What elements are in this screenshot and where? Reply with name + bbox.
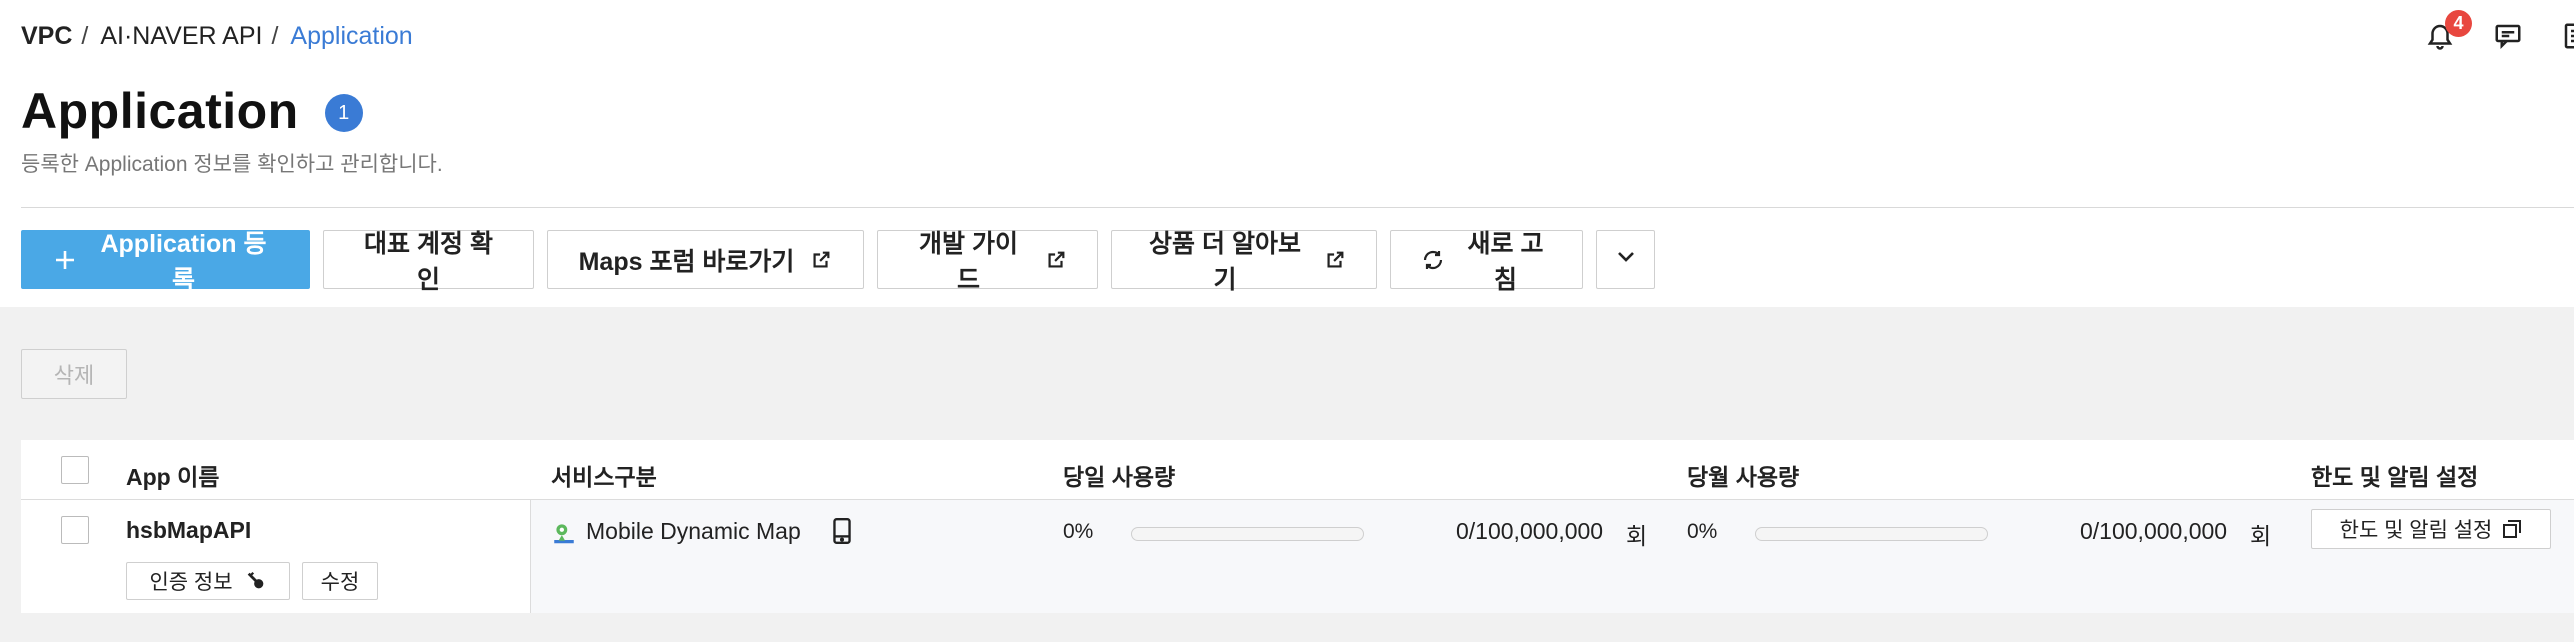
monthly-usage-progress-bar [1755,527,1988,541]
chat-button[interactable] [2488,18,2528,58]
limit-settings-label: 한도 및 알림 설정 [2339,519,2493,542]
app-name-cell: hsbMapAPI 인증 정보 수정 [21,500,531,613]
monthly-usage-unit: 회 [2250,523,2272,549]
auth-info-button[interactable]: 인증 정보 [126,562,290,600]
edit-button[interactable]: 수정 [302,562,378,600]
key-icon [245,570,267,592]
column-app-name[interactable]: App 이름 [126,458,219,492]
external-link-icon [810,249,832,271]
main-account-button[interactable]: 대표 계정 확인 [323,230,534,294]
mobile-device-icon [829,517,855,550]
daily-usage-value: 0/100,000,000 [1456,518,1604,544]
daily-usage-percent: 0% [1063,520,1094,543]
column-limit-settings[interactable]: 한도 및 알림 설정 [2311,458,2478,492]
main-account-label: 대표 계정 확인 [364,229,493,294]
learn-more-label: 상품 더 알아보기 [1149,229,1301,294]
monthly-usage-percent: 0% [1687,520,1718,543]
refresh-icon [1421,248,1445,272]
breadcrumb: VPC / AI·NAVER API / Application [21,22,413,51]
register-application-label: Application 등록 [100,229,267,294]
notification-button[interactable]: 4 [2420,10,2472,58]
column-daily-usage[interactable]: 당일 사용량 [1063,458,1175,492]
chat-icon [2493,21,2523,56]
service-name: Mobile Dynamic Map [586,518,801,544]
breadcrumb-current: Application [290,22,413,50]
breadcrumb-separator: / [271,22,279,50]
breadcrumb-item-ai-naver-api[interactable]: AI·NAVER API [100,22,262,51]
delete-button[interactable]: 삭제 [21,349,127,399]
auth-info-label: 인증 정보 [149,571,233,594]
page-header: Application 1 [21,82,363,140]
service-map-icon [551,520,577,551]
breadcrumb-separator: / [81,22,89,50]
plus-icon [54,249,76,271]
external-link-icon [1045,249,1067,271]
table-header: App 이름 서비스구분 당일 사용량 당월 사용량 한도 및 알림 설정 [21,440,2574,500]
row-checkbox[interactable] [61,516,89,544]
daily-usage-progress-bar [1131,527,1364,541]
refresh-label: 새로 고침 [1467,229,1544,294]
application-count-badge: 1 [324,94,363,132]
table-row: hsbMapAPI 인증 정보 수정 Mobile Dynamic Map 0% [21,500,2574,613]
monthly-usage-value: 0/100,000,000 [2080,518,2228,544]
column-monthly-usage[interactable]: 당월 사용량 [1687,458,1799,492]
header-icons: 4 [2392,10,2574,58]
notification-count-badge: 4 [2445,10,2472,37]
application-table: App 이름 서비스구분 당일 사용량 당월 사용량 한도 및 알림 설정 hs… [21,440,2574,613]
external-link-icon [1324,249,1346,271]
chevron-down-icon [1614,244,1638,275]
daily-usage-unit: 회 [1626,523,1648,549]
dev-guide-label: 개발 가이드 [919,229,1018,294]
select-all-checkbox[interactable] [61,456,89,484]
learn-more-button[interactable]: 상품 더 알아보기 [1111,230,1377,294]
more-options-button[interactable] [1596,230,1655,289]
page-description: 등록한 Application 정보를 확인하고 관리합니다. [21,153,443,176]
maps-forum-button[interactable]: Maps 포럼 바로가기 [547,230,864,289]
content-area: 삭제 App 이름 서비스구분 당일 사용량 당월 사용량 한도 및 알림 설정… [0,307,2574,642]
document-icon [2561,21,2574,56]
register-application-button[interactable]: Application 등록 [21,230,310,294]
breadcrumb-item-vpc[interactable]: VPC [21,22,72,51]
refresh-button[interactable]: 새로 고침 [1390,230,1583,294]
header-divider [21,207,2574,208]
dev-guide-button[interactable]: 개발 가이드 [877,230,1098,294]
app-name: hsbMapAPI [126,517,252,543]
toolbar: Application 등록 대표 계정 확인 Maps 포럼 바로가기 개발 … [21,230,1668,294]
column-service-type[interactable]: 서비스구분 [551,458,657,492]
page-title: Application [21,83,299,139]
popup-window-icon [2502,519,2522,539]
maps-forum-label: Maps 포럼 바로가기 [578,247,795,276]
document-button[interactable] [2556,18,2574,58]
limit-settings-button[interactable]: 한도 및 알림 설정 [2311,509,2551,549]
